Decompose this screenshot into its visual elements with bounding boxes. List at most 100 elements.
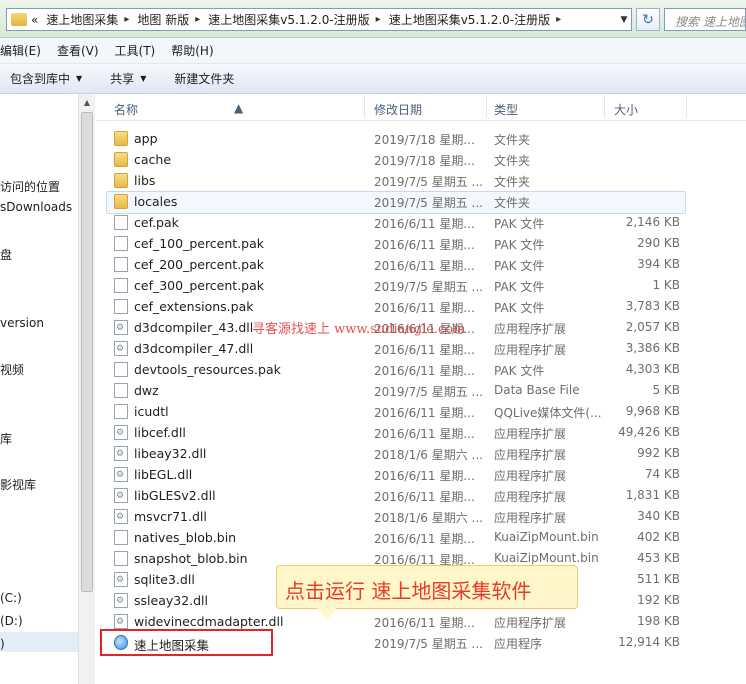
nav-item-downloads[interactable]: sDownloads <box>0 200 72 214</box>
file-row[interactable]: app 2019/7/18 星期... 文件夹 <box>96 128 746 149</box>
nav-item-version[interactable]: version <box>0 316 44 330</box>
menu-edit[interactable]: 编辑(E) <box>0 42 41 59</box>
dll-file-icon <box>114 593 128 608</box>
file-date: 2016/6/11 星期... <box>374 259 475 273</box>
chevron-right-icon[interactable]: ▸ <box>124 14 129 25</box>
dll-file-icon <box>114 320 128 335</box>
file-row[interactable]: icudtl 2016/6/11 星期... QQLive媒体文件(... 9,968… <box>96 401 746 422</box>
breadcrumb-item[interactable]: 地图 新版 ▸ <box>133 9 204 30</box>
nav-item-drive-c[interactable]: (C:) <box>0 591 22 605</box>
breadcrumb-prefix[interactable]: « <box>27 9 42 30</box>
refresh-icon[interactable]: ↻ <box>636 8 660 31</box>
file-size: 992 KB <box>637 446 680 460</box>
nav-item-disk[interactable]: 盘 <box>0 246 12 263</box>
menu-tools[interactable]: 工具(T) <box>115 42 156 59</box>
nav-item-videos[interactable]: 视频 <box>0 361 24 378</box>
file-row[interactable]: cef_100_percent.pak 2016/6/11 星期... PAK 文件… <box>96 233 746 254</box>
nav-item-library[interactable]: 库 <box>0 430 12 447</box>
file-row[interactable]: cache 2019/7/18 星期... 文件夹 <box>96 149 746 170</box>
file-name: ssleay32.dll <box>134 593 209 608</box>
file-row[interactable]: libcef.dll 2016/6/11 星期... 应用程序扩展 49,426 KB <box>96 422 746 443</box>
nav-item-drive[interactable]: ) <box>0 637 5 651</box>
file-type: QQLive媒体文件(... <box>494 406 602 420</box>
file-row[interactable]: d3dcompiler_47.dll 2016/6/11 星期... 应用程序扩展 3… <box>96 338 746 359</box>
chevron-down-icon[interactable]: ▼ <box>616 9 632 30</box>
file-row[interactable]: natives_blob.bin 2016/6/11 星期... KuaiZipMo… <box>96 527 746 548</box>
new-folder-button[interactable]: 新建文件夹 <box>166 70 242 87</box>
column-divider[interactable] <box>486 96 487 118</box>
file-row[interactable]: dwz 2019/7/5 星期五 ... Data Base File 5 KB <box>96 380 746 401</box>
file-size: 9,968 KB <box>625 404 680 418</box>
dll-file-icon <box>114 509 128 524</box>
file-row[interactable]: locales 2019/7/5 星期五 ... 文件夹 <box>96 191 746 214</box>
folder-icon <box>114 152 128 167</box>
file-size: 4,303 KB <box>625 362 680 376</box>
file-row[interactable]: msvcr71.dll 2018/1/6 星期六 ... 应用程序扩展 340 KB <box>96 506 746 527</box>
file-row[interactable]: cef.pak 2016/6/11 星期... PAK 文件 2,146 KB <box>96 212 746 233</box>
file-type: 文件夹 <box>494 133 531 147</box>
nav-item-recent[interactable]: 访问的位置 <box>0 178 60 195</box>
file-row[interactable]: devtools_resources.pak 2016/6/11 星期... PAK… <box>96 359 746 380</box>
file-type: 应用程序扩展 <box>494 343 567 357</box>
scrollbar-thumb[interactable] <box>81 112 93 592</box>
file-date: 2016/6/11 星期... <box>374 532 475 546</box>
share-button[interactable]: 共享 ▼ <box>102 70 154 87</box>
file-date: 2016/6/11 星期... <box>374 490 475 504</box>
file-row[interactable]: libEGL.dll 2016/6/11 星期... 应用程序扩展 74 KB <box>96 464 746 485</box>
file-size: 5 KB <box>652 383 680 397</box>
menu-view[interactable]: 查看(V) <box>57 42 99 59</box>
file-date: 2016/6/11 星期... <box>374 616 475 630</box>
file-date: 2016/6/11 星期... <box>374 406 475 420</box>
file-name: cef_extensions.pak <box>134 299 254 314</box>
scroll-up-icon[interactable]: ▲ <box>79 94 95 111</box>
file-size: 3,386 KB <box>625 341 680 355</box>
include-in-library-button[interactable]: 包含到库中 ▼ <box>2 70 90 87</box>
chevron-down-icon: ▼ <box>140 74 147 83</box>
column-divider[interactable] <box>364 96 365 118</box>
folder-icon <box>114 194 128 209</box>
file-date: 2019/7/5 星期五 ... <box>374 280 483 294</box>
dll-file-icon <box>114 488 128 503</box>
file-date: 2016/6/11 星期... <box>374 364 475 378</box>
column-size[interactable]: 大小 <box>614 101 638 118</box>
file-size: 2,146 KB <box>625 215 680 229</box>
file-icon <box>114 404 128 419</box>
file-row[interactable]: libeay32.dll 2018/1/6 星期六 ... 应用程序扩展 992 KB <box>96 443 746 464</box>
file-row[interactable]: cef_200_percent.pak 2016/6/11 星期... PAK 文件… <box>96 254 746 275</box>
breadcrumb-item[interactable]: 速上地图采集v5.1.2.0-注册版 ▸ <box>204 9 384 30</box>
column-name[interactable]: 名称 <box>114 101 138 118</box>
breadcrumb-item[interactable]: 速上地图采集v5.1.2.0-注册版 ▸ <box>385 9 565 30</box>
file-row[interactable]: libGLESv2.dll 2016/6/11 星期... 应用程序扩展 1,831 … <box>96 485 746 506</box>
file-date: 2019/7/18 星期... <box>374 154 475 168</box>
file-date: 2016/6/11 星期... <box>374 343 475 357</box>
dll-file-icon <box>114 467 128 482</box>
column-type[interactable]: 类型 <box>494 101 518 118</box>
column-divider[interactable] <box>686 96 687 118</box>
column-header-row: ▲ 名称 修改日期 类型 大小 <box>96 94 746 121</box>
column-divider[interactable] <box>604 96 605 118</box>
file-row[interactable]: cef_300_percent.pak 2019/7/5 星期五 ... PAK 文… <box>96 275 746 296</box>
file-type: PAK 文件 <box>494 364 545 378</box>
folder-icon <box>114 173 128 188</box>
file-name: natives_blob.bin <box>134 530 237 545</box>
menu-help[interactable]: 帮助(H) <box>171 42 213 59</box>
file-date: 2019/7/5 星期五 ... <box>374 385 483 399</box>
file-date: 2019/7/5 星期五 ... <box>374 637 483 651</box>
breadcrumb-item[interactable]: 速上地图采集 ▸ <box>42 9 133 30</box>
nav-item-drive-d[interactable]: (D:) <box>0 614 23 628</box>
file-date: 2016/6/11 星期... <box>374 427 475 441</box>
chevron-right-icon[interactable]: ▸ <box>556 14 561 25</box>
search-input[interactable]: 搜索 速上地图 <box>664 8 746 31</box>
nav-scrollbar[interactable]: ▲ <box>78 94 95 684</box>
file-date: 2016/6/11 星期... <box>374 301 475 315</box>
nav-item-video-library[interactable]: 影视库 <box>0 476 36 493</box>
address-bar[interactable]: « 速上地图采集 ▸ 地图 新版 ▸ 速上地图采集v5.1.2.0-注册版 ▸ 速上地… <box>6 8 632 31</box>
file-type: 文件夹 <box>494 196 531 210</box>
chevron-right-icon[interactable]: ▸ <box>376 14 381 25</box>
file-row[interactable]: cef_extensions.pak 2016/6/11 星期... PAK 文件 3… <box>96 296 746 317</box>
file-name: devtools_resources.pak <box>134 362 281 377</box>
chevron-down-icon: ▼ <box>76 74 83 83</box>
column-date[interactable]: 修改日期 <box>374 101 422 118</box>
file-row[interactable]: libs 2019/7/5 星期五 ... 文件夹 <box>96 170 746 191</box>
chevron-right-icon[interactable]: ▸ <box>195 14 200 25</box>
